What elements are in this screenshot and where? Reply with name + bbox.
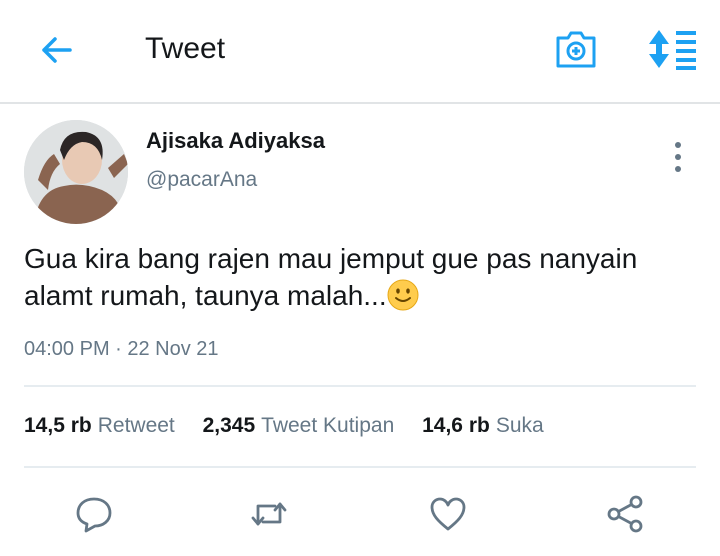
sort-button[interactable] xyxy=(646,28,698,70)
more-options-button[interactable] xyxy=(666,140,690,174)
retweet-button[interactable] xyxy=(249,494,289,534)
retweet-icon xyxy=(251,502,287,526)
avatar[interactable] xyxy=(24,120,128,224)
camera-plus-icon xyxy=(556,31,596,68)
quotes-stat[interactable]: 2,345 Tweet Kutipan xyxy=(203,414,395,438)
share-button[interactable] xyxy=(605,494,645,534)
like-icon xyxy=(430,497,466,531)
arrow-left-icon xyxy=(42,37,72,63)
tweet-text: Gua kira bang rajen mau jemput gue pas n… xyxy=(24,240,704,314)
share-icon xyxy=(607,495,643,533)
likes-count: 14,6 rb xyxy=(422,414,490,437)
smiling-face-emoji-icon xyxy=(387,279,419,311)
reply-button[interactable] xyxy=(74,494,114,534)
camera-button[interactable] xyxy=(554,28,598,70)
likes-label: Suka xyxy=(495,414,544,437)
sort-list-icon xyxy=(649,30,696,70)
quotes-count: 2,345 xyxy=(202,414,256,437)
like-button[interactable] xyxy=(428,494,468,534)
tweet-timestamp: 04:00 PM · 22 Nov 21 xyxy=(24,338,219,360)
retweets-label: Retweet xyxy=(97,414,175,437)
avatar-image xyxy=(24,120,128,224)
author-handle[interactable]: @pacarAna xyxy=(146,168,257,192)
quotes-label: Tweet Kutipan xyxy=(261,414,395,437)
reply-icon xyxy=(76,497,112,533)
page-title: Tweet xyxy=(145,32,226,65)
tweet-text-body: Gua kira bang rajen mau jemput gue pas n… xyxy=(24,243,638,311)
divider xyxy=(24,466,696,468)
top-bar: Tweet xyxy=(0,0,720,104)
author-name[interactable]: Ajisaka Adiyaksa xyxy=(146,128,325,154)
retweets-stat[interactable]: 14,5 rb Retweet xyxy=(24,414,175,438)
likes-stat[interactable]: 14,6 rb Suka xyxy=(422,414,544,438)
divider xyxy=(24,385,696,387)
back-button[interactable] xyxy=(36,30,76,70)
retweets-count: 14,5 rb xyxy=(24,414,92,437)
engagement-stats: 14,5 rb Retweet 2,345 Tweet Kutipan 14,6 r… xyxy=(24,414,566,438)
more-vertical-icon xyxy=(675,142,681,172)
